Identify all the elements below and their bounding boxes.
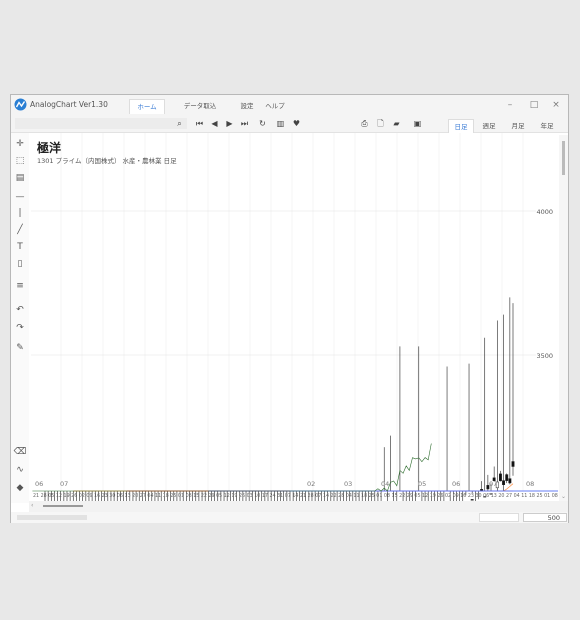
vline-icon[interactable]: | — [13, 206, 27, 220]
date-tick-labels: 21 28 05 12 19 26 02 09 16 23 30 06 13 2… — [33, 493, 558, 499]
horizontal-scroll-thumb[interactable] — [43, 505, 83, 507]
app-logo-icon — [14, 98, 27, 111]
first-icon[interactable]: ⏮ — [193, 117, 206, 130]
month-label: 06 — [452, 480, 460, 488]
chikou-line — [32, 443, 432, 492]
y-tick-label: 4000 — [536, 208, 553, 216]
fibonacci-icon[interactable]: ≡ — [13, 279, 27, 293]
line-tool-icon[interactable]: ∿ — [13, 463, 27, 477]
period-daily[interactable]: 日足 — [448, 119, 474, 133]
month-label: 04 — [381, 480, 389, 488]
price-chart[interactable]: 4000 3500 06 07 02 03 04 05 06 07 08 21 28 05 12 19… — [31, 133, 558, 503]
maximize-icon[interactable]: □ — [527, 99, 541, 111]
redo-icon[interactable]: ↷ — [13, 321, 27, 335]
status-bar: 500 — [11, 512, 568, 523]
heart-icon[interactable]: ♥ — [290, 117, 303, 130]
note-icon[interactable]: ▯ — [13, 257, 27, 271]
next-icon[interactable]: ▶ — [223, 117, 236, 130]
paint-icon[interactable]: ◆ — [13, 481, 27, 495]
tab-settings[interactable]: 設定 — [237, 99, 257, 114]
text-box-icon[interactable]: ▤ — [13, 171, 27, 185]
month-label: 07 — [489, 480, 497, 488]
bars-icon[interactable]: ▥ — [274, 117, 287, 130]
candle-body — [508, 478, 512, 484]
candle-body — [511, 461, 515, 467]
vertical-scrollbar[interactable]: ⌄ — [559, 135, 568, 501]
tab-home[interactable]: ホーム — [129, 99, 165, 114]
rect-select-icon[interactable]: ⬚ — [13, 154, 27, 168]
scroll-left-icon[interactable]: ‹ — [31, 502, 33, 509]
crosshair-icon[interactable]: ✛ — [13, 137, 27, 151]
candle-body — [505, 474, 509, 481]
minimize-icon[interactable]: – — [503, 99, 517, 111]
delete-icon[interactable]: ⌫ — [13, 445, 27, 459]
stock-info: 1301 プライム（内国株式） 水産・農林業 日足 — [37, 157, 177, 165]
folder-icon[interactable]: ▰ — [390, 117, 403, 130]
period-yearly[interactable]: 年足 — [534, 119, 560, 133]
period-monthly[interactable]: 月足 — [505, 119, 531, 133]
wrench-icon[interactable]: ✎ — [13, 341, 27, 355]
horizontal-scrollbar[interactable]: ‹ — [29, 501, 568, 512]
trendline-icon[interactable]: ╱ — [13, 223, 27, 237]
hline-icon[interactable]: — — [13, 190, 27, 204]
refresh-icon[interactable]: ↻ — [256, 117, 269, 130]
status-field — [479, 513, 519, 522]
vertical-scroll-thumb[interactable] — [562, 141, 565, 175]
app-title: AnalogChart Ver1.30 — [30, 100, 108, 109]
month-label: 07 — [60, 480, 68, 488]
tab-data-import[interactable]: データ取込 — [177, 99, 223, 114]
close-icon[interactable]: × — [549, 99, 563, 111]
zoom-select[interactable]: 500 — [523, 513, 567, 522]
month-label: 06 — [35, 480, 43, 488]
candle-body — [498, 473, 502, 482]
y-tick-label: 3500 — [536, 352, 553, 360]
print-icon[interactable]: ⎙ — [358, 117, 371, 130]
last-icon[interactable]: ⏭ — [238, 117, 251, 130]
tab-help[interactable]: ヘルプ — [263, 99, 287, 114]
save-icon[interactable]: ▣ — [411, 117, 424, 130]
month-label: 02 — [307, 480, 315, 488]
text-icon[interactable]: T — [13, 240, 27, 254]
prev-icon[interactable]: ◀ — [208, 117, 221, 130]
candle-body — [502, 480, 506, 485]
scroll-down-icon[interactable]: ⌄ — [561, 493, 566, 500]
stock-name: 極洋 — [37, 141, 62, 155]
month-label: 05 — [418, 480, 426, 488]
app-window: AnalogChart Ver1.30 ホーム データ取込 設定 ヘルプ – □… — [10, 94, 569, 523]
period-weekly[interactable]: 週足 — [476, 119, 502, 133]
status-progress — [17, 515, 87, 520]
search-icon[interactable]: ⌕ — [173, 117, 186, 130]
toolbar: ⌕ ⏮ ◀ ▶ ⏭ ↻ ▥ ♥ ⎙ 🗋 ▰ ▣ 日足 週足 月足 年足 — [11, 114, 568, 133]
search-box[interactable] — [15, 118, 187, 129]
month-label: 03 — [344, 480, 352, 488]
drawing-toolbar: ✛ ⬚ ▤ — | ╱ T ▯ ≡ ↶ ↷ ✎ ⌫ ∿ ◆ — [11, 133, 29, 503]
title-bar: AnalogChart Ver1.30 ホーム データ取込 設定 ヘルプ – □… — [11, 95, 568, 114]
month-label: 08 — [526, 480, 534, 488]
new-file-icon[interactable]: 🗋 — [374, 117, 387, 130]
undo-icon[interactable]: ↶ — [13, 303, 27, 317]
